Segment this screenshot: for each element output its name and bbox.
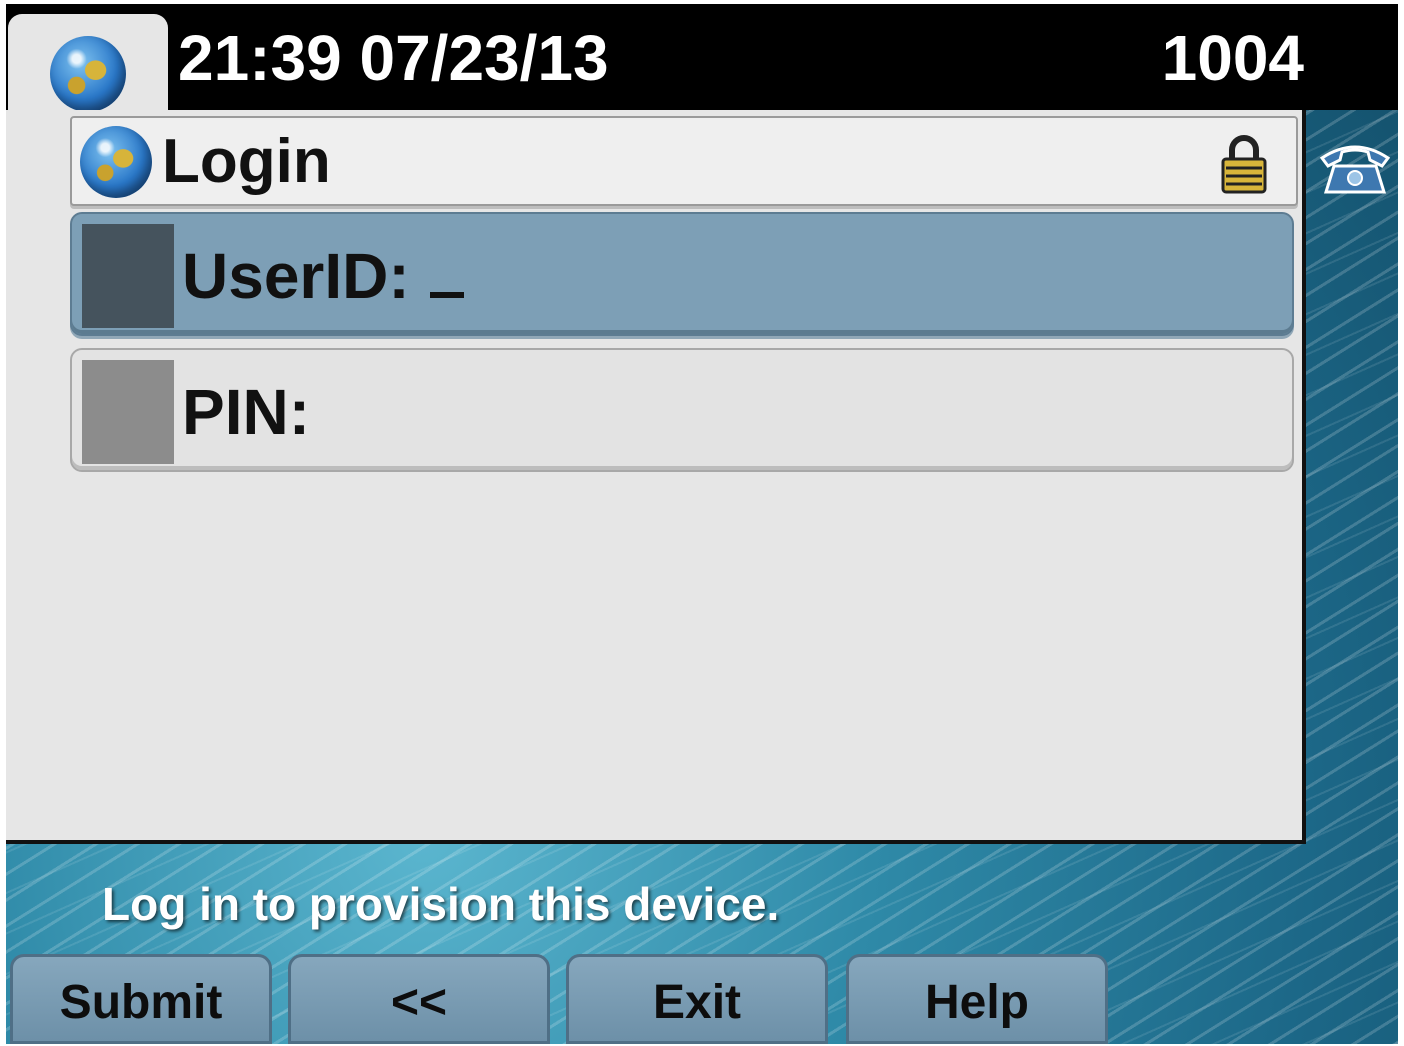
status-bar: 21:39 07/23/13 1004 (6, 4, 1398, 110)
line-extension: 1004 (1161, 22, 1304, 94)
phone-icon[interactable] (1318, 140, 1392, 196)
panel-header: Login (70, 116, 1298, 206)
help-softkey[interactable]: Help (846, 954, 1108, 1044)
phone-screen: 21:39 07/23/13 1004 Login UserID: PIN: L… (6, 4, 1398, 1044)
submit-softkey[interactable]: Submit (10, 954, 272, 1044)
pin-label: PIN: (182, 376, 310, 448)
status-message: Log in to provision this device. (102, 878, 780, 930)
globe-icon (80, 126, 152, 198)
userid-label: UserID: (182, 234, 464, 318)
field-indicator (82, 224, 174, 328)
login-panel: Login UserID: PIN: (6, 110, 1306, 844)
softkey-bar: Submit << Exit Help (6, 954, 1398, 1044)
field-indicator (82, 360, 174, 464)
back-softkey[interactable]: << (288, 954, 550, 1044)
text-cursor (429, 292, 464, 298)
globe-icon (50, 36, 126, 112)
pin-field[interactable]: PIN: (70, 348, 1294, 472)
date-time: 21:39 07/23/13 (178, 22, 609, 94)
exit-softkey[interactable]: Exit (566, 954, 828, 1044)
page-title: Login (162, 127, 331, 196)
userid-field[interactable]: UserID: (70, 212, 1294, 336)
lock-icon (1221, 135, 1267, 194)
